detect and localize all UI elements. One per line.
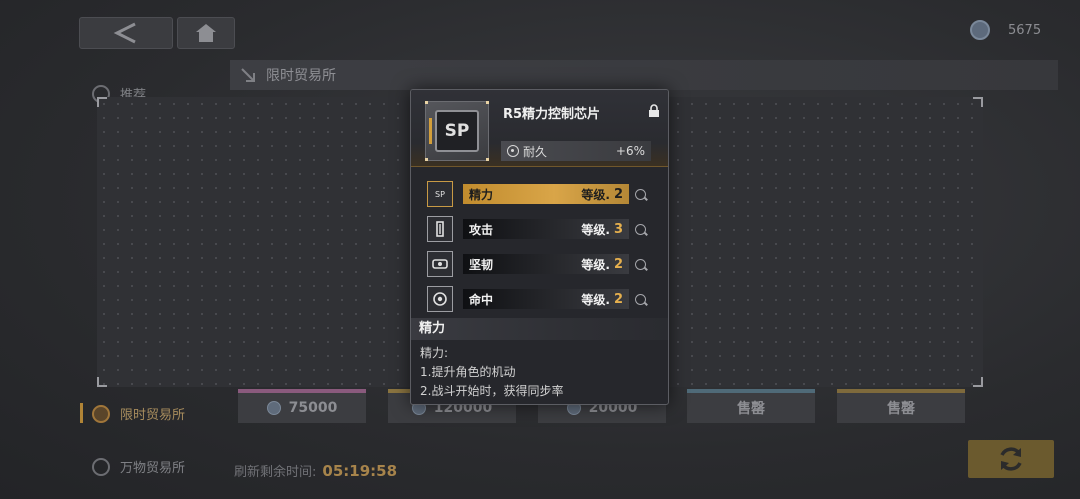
magnify-icon[interactable] (635, 223, 646, 235)
sidebar-item-label: 限时贸易所 (120, 408, 186, 423)
level-value: 2 (613, 291, 623, 307)
panel-corner (97, 97, 107, 107)
attribute-name: 坚韧 (469, 257, 494, 272)
shop-title: 限时贸易所 (266, 68, 336, 84)
level-label: 等级. (581, 187, 610, 202)
magnify-icon[interactable] (635, 258, 646, 270)
limited-trade-icon (92, 404, 110, 423)
attribute-bar: 命中 等级. 2 (463, 289, 629, 309)
chip-label: SP (435, 110, 479, 152)
description-line: 精力: (420, 346, 449, 360)
panel-corner (97, 377, 107, 387)
energy-sp-icon: SP (427, 181, 453, 207)
shop-header: 限时贸易所 (230, 60, 1058, 90)
chip-corner-dot (486, 101, 489, 104)
card-header: SP R5精力控制芯片 耐久 +6% (411, 90, 668, 167)
panel-corner (973, 377, 983, 387)
level-value: 2 (613, 186, 623, 202)
magnify-icon[interactable] (635, 188, 646, 200)
description-line: 2.战斗开始时，获得同步率 (420, 384, 564, 398)
item-name: R5精力控制芯片 (503, 107, 601, 122)
refresh-label: 刷新剩余时间: (234, 465, 317, 480)
sidebar-item-general-trade[interactable]: 万物贸易所 (92, 457, 185, 476)
description-line: 1.提升角色的机动 (420, 365, 516, 379)
accuracy-glyph (433, 292, 447, 306)
currency-icon (266, 401, 281, 415)
attribute-name: 命中 (469, 292, 494, 307)
attribute-row-toughness[interactable]: 坚韧 等级. 2 (427, 250, 655, 278)
durability-value: +6% (615, 144, 645, 158)
expand-arrow-icon (241, 68, 255, 82)
level-label: 等级. (581, 292, 610, 307)
sidebar-item-label: 万物贸易所 (120, 461, 186, 476)
chip-accent (429, 118, 432, 144)
attribute-bar: 坚韧 等级. 2 (463, 254, 629, 274)
sold-out-button[interactable]: 售罄 (687, 393, 815, 423)
level-label: 等级. (581, 222, 610, 237)
attr-icon-text: SP (435, 189, 445, 199)
durability-bar: 耐久 +6% (501, 141, 651, 161)
level-label: 等级. (581, 257, 610, 272)
refresh-time: 05:19:58 (322, 462, 398, 480)
attribute-row-accuracy[interactable]: 命中 等级. 2 (427, 285, 655, 313)
chip-corner-dot (425, 101, 428, 104)
attack-icon (427, 216, 453, 242)
home-button[interactable] (177, 17, 235, 49)
price-button[interactable]: 75000 (238, 393, 366, 423)
durability-label: 耐久 (523, 144, 548, 159)
price-value: 75000 (288, 400, 338, 416)
magnify-icon[interactable] (635, 293, 646, 305)
currency-value: 5675 (1008, 22, 1042, 38)
active-indicator (80, 403, 83, 423)
item-detail-card: SP R5精力控制芯片 耐久 +6% SP 精力 等级. 2 攻击 等级. 3 (410, 89, 669, 405)
attribute-row-attack[interactable]: 攻击 等级. 3 (427, 215, 655, 243)
price-value: 售罄 (887, 401, 915, 417)
attribute-row-energy[interactable]: SP 精力 等级. 2 (427, 180, 655, 208)
sidebar-item-limited-trade[interactable]: 限时贸易所 (92, 404, 185, 423)
currency-icon (970, 20, 990, 40)
price-value: 售罄 (737, 401, 765, 417)
refresh-button[interactable] (968, 440, 1054, 478)
description-title: 精力 (411, 318, 668, 340)
chip-corner-dot (425, 158, 428, 161)
refresh-timer: 刷新剩余时间: 05:19:58 (234, 461, 397, 480)
attribute-name: 攻击 (469, 222, 494, 237)
attribute-name: 精力 (469, 187, 494, 202)
chip-corner-dot (486, 158, 489, 161)
attack-glyph (436, 221, 444, 237)
lock-icon[interactable] (647, 104, 661, 118)
home-icon (196, 24, 216, 42)
toughness-icon (427, 251, 453, 277)
currency-display: 5675 (970, 20, 1041, 40)
back-arrow-icon (113, 22, 136, 44)
toughness-glyph (432, 259, 448, 269)
panel-corner (973, 97, 983, 107)
durability-icon (507, 145, 519, 157)
back-button[interactable] (79, 17, 173, 49)
chip-image: SP (425, 101, 489, 161)
refresh-icon (1000, 447, 1022, 471)
sold-out-button[interactable]: 售罄 (837, 393, 965, 423)
level-value: 3 (613, 221, 623, 237)
general-trade-icon (92, 457, 110, 476)
attribute-bar: 攻击 等级. 3 (463, 219, 629, 239)
accuracy-icon (427, 286, 453, 312)
level-value: 2 (613, 256, 623, 272)
attribute-bar: 精力 等级. 2 (463, 184, 629, 204)
